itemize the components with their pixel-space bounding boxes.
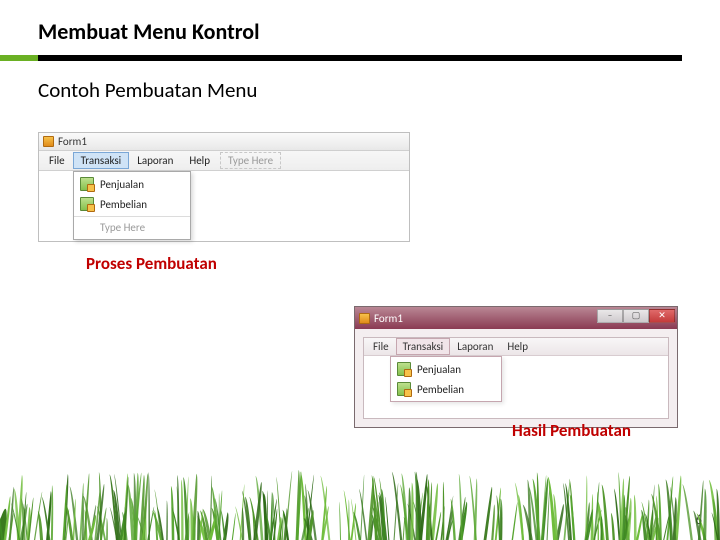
dropdown-item-pembelian[interactable]: Pembelian <box>391 379 501 399</box>
close-button[interactable]: ✕ <box>649 309 675 323</box>
menu-laporan[interactable]: Laporan <box>450 338 500 355</box>
menu-transaksi[interactable]: Transaksi <box>396 338 451 355</box>
item-icon <box>80 177 94 191</box>
dropdown-item-label: Penjualan <box>100 178 144 191</box>
caption-result: Hasil Pembuatan <box>512 420 631 441</box>
editor-titlebar: Form1 <box>39 133 409 151</box>
window-controls: – ▢ ✕ <box>597 309 675 323</box>
dropdown-item-pembelian[interactable]: Pembelian <box>74 194 190 214</box>
slide-title: Membuat Menu Kontrol <box>0 0 720 55</box>
form-icon <box>43 136 54 147</box>
menu-type-here-placeholder[interactable]: Type Here <box>220 152 281 169</box>
dropdown-item-label: Pembelian <box>417 383 464 396</box>
item-icon <box>397 362 411 376</box>
item-icon <box>80 197 94 211</box>
menu-transaksi[interactable]: Transaksi <box>73 152 130 169</box>
runtime-window: Form1 – ▢ ✕ File Transaksi Laporan Help … <box>354 306 678 428</box>
menu-file[interactable]: File <box>366 338 396 355</box>
form-icon <box>359 313 370 324</box>
maximize-button[interactable]: ▢ <box>623 309 649 323</box>
editor-menubar: File Transaksi Laporan Help Type Here <box>39 151 409 171</box>
minimize-button[interactable]: – <box>597 309 623 323</box>
grass-decoration <box>0 470 720 540</box>
runtime-dropdown: Penjualan Pembelian <box>390 356 502 402</box>
runtime-client-area: File Transaksi Laporan Help Penjualan Pe… <box>363 337 669 419</box>
menu-laporan[interactable]: Laporan <box>129 152 181 169</box>
dropdown-item-label: Penjualan <box>417 363 461 376</box>
menu-file[interactable]: File <box>41 152 73 169</box>
runtime-titlebar: Form1 – ▢ ✕ <box>355 307 677 329</box>
section-heading: Contoh Pembuatan Menu <box>0 61 720 113</box>
dropdown-placeholder-label: Type Here <box>100 221 145 234</box>
editor-window-title: Form1 <box>58 135 87 148</box>
runtime-window-title: Form1 <box>374 312 403 325</box>
editor-window: Form1 File Transaksi Laporan Help Type H… <box>38 132 410 242</box>
menu-help[interactable]: Help <box>181 152 218 169</box>
dropdown-item-penjualan[interactable]: Penjualan <box>391 359 501 379</box>
page-number: 6 <box>695 513 702 528</box>
dropdown-item-label: Pembelian <box>100 198 147 211</box>
title-divider <box>38 55 682 61</box>
runtime-menubar: File Transaksi Laporan Help <box>364 338 668 356</box>
dropdown-item-penjualan[interactable]: Penjualan <box>74 174 190 194</box>
item-icon <box>397 382 411 396</box>
caption-process: Proses Pembuatan <box>86 253 217 274</box>
spacer <box>80 220 94 234</box>
menu-help[interactable]: Help <box>500 338 535 355</box>
editor-dropdown: Penjualan Pembelian Type Here <box>73 171 191 240</box>
dropdown-type-here-placeholder[interactable]: Type Here <box>74 216 190 237</box>
